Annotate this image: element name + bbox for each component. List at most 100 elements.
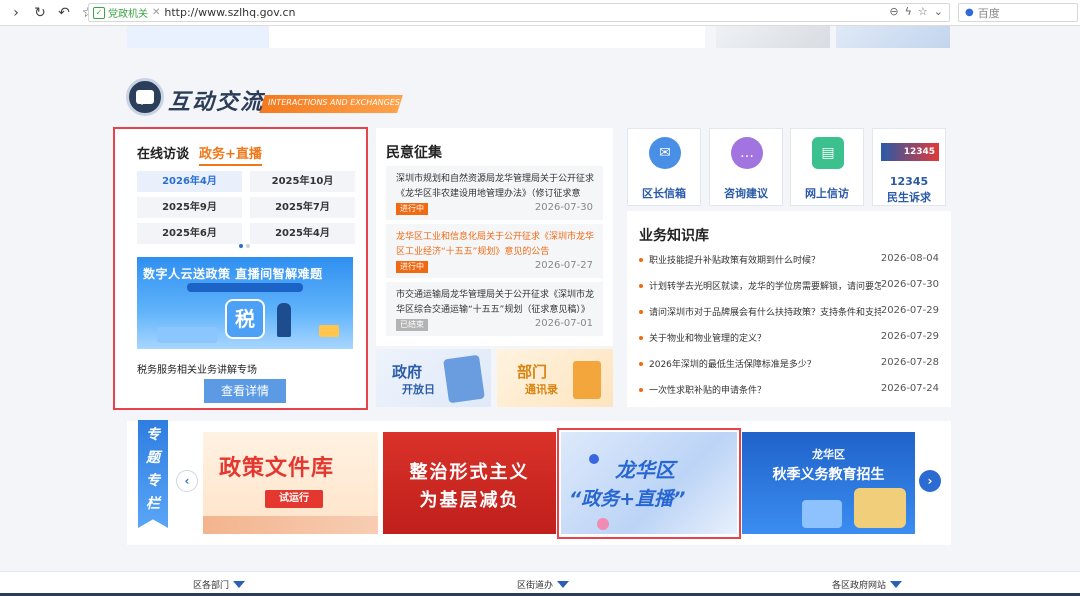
chevron-down-icon[interactable]: ⌄: [934, 5, 943, 18]
tab-online-interview[interactable]: 在线访谈: [137, 143, 189, 166]
topic-card-anti-formalism[interactable]: 整治形式主义 为基层减负: [383, 432, 556, 534]
date-item[interactable]: 2025年4月: [250, 223, 355, 244]
page-dot[interactable]: [239, 244, 243, 248]
list-item[interactable]: 请问深圳市对于品牌展会有什么扶持政策？支持条件和支持... 2026-07-29: [639, 305, 939, 319]
page-dot[interactable]: [246, 244, 250, 248]
card-title-line1: 整治形式主义: [409, 462, 530, 483]
trial-badge: 试运行: [265, 490, 323, 508]
dept-title: 部门: [517, 363, 548, 381]
question[interactable]: 计划转学去光明区就读，龙华的学位房需要解锁，请问要怎...: [649, 279, 881, 292]
list-item[interactable]: 职业技能提升补贴政策有效期到什么时候？ 2026-08-04: [639, 253, 939, 267]
online-petition-tile[interactable]: ▤ 网上信访: [790, 128, 864, 206]
tile-label: 民生诉求: [887, 191, 931, 204]
banner-pill: [187, 283, 303, 292]
list-item[interactable]: 市交通运输局龙华管理局关于公开征求《深圳市龙华区综合交通运输“十五五”规划（征求…: [386, 282, 603, 336]
address-book-icon: [573, 361, 601, 399]
item-text[interactable]: 龙华区工业和信息化局关于公开征求《深圳市龙华区工业经济“十五五”规划》意见的公告: [396, 230, 596, 260]
hotline-logo: 12345: [881, 143, 939, 161]
carousel-next-button[interactable]: ›: [919, 470, 941, 492]
online-interview-panel: 在线访谈 政务+直播 2026年4月 2025年10月 2025年9月 2025…: [113, 127, 368, 410]
public-opinion-panel: 民意征集 深圳市规划和自然资源局龙华管理局关于公开征求《龙华区非农建设用地管理办…: [376, 128, 613, 346]
dropdown-triangle-icon: [890, 581, 903, 588]
date-item[interactable]: 2025年9月: [137, 197, 242, 218]
list-item[interactable]: 计划转学去光明区就读，龙华的学位房需要解锁，请问要怎... 2026-07-30: [639, 279, 939, 293]
search-placeholder: 百度: [977, 6, 1000, 20]
gov-open-subtitle: 开放日: [402, 383, 435, 396]
card-title-line2: 秋季义务教育招生: [772, 467, 885, 483]
special-topics-label: 专 题 专 栏: [138, 420, 168, 528]
question[interactable]: 2026年深圳的最低生活保障标准是多少？: [649, 357, 881, 370]
list-item[interactable]: 一次性求职补贴的申请条件？ 2026-07-24: [639, 383, 939, 397]
pagination-dots: [239, 244, 250, 248]
topic-card-policy-library[interactable]: 政策文件库 试运行: [203, 432, 378, 534]
tax-live-banner[interactable]: 数字人云送政策 直播间智解难题 税: [137, 257, 353, 349]
lightning-icon[interactable]: ϟ: [905, 5, 912, 18]
view-details-button[interactable]: 查看详情: [204, 379, 286, 403]
gov-shield-icon: ✓: [93, 6, 105, 19]
date-item[interactable]: 2025年10月: [250, 171, 355, 192]
date: 2026-08-04: [880, 253, 939, 264]
gov-open-title: 政府: [392, 363, 423, 381]
dept-subtitle: 通讯录: [525, 383, 558, 396]
top-image-1[interactable]: [716, 26, 830, 48]
interview-tabs: 在线访谈 政务+直播: [137, 143, 262, 166]
undo-icon[interactable]: ↶: [56, 5, 72, 21]
date-item[interactable]: 2025年6月: [137, 223, 242, 244]
status-badge: 已结束: [396, 319, 428, 331]
question[interactable]: 职业技能提升补贴政策有效期到什么时候？: [649, 253, 881, 266]
list-item[interactable]: 关于物业和物业管理的定义？ 2026-07-29: [639, 331, 939, 345]
question[interactable]: 请问深圳市对于品牌展会有什么扶持政策？支持条件和支持...: [649, 305, 881, 318]
panel-title: 业务知识库: [639, 228, 709, 244]
carousel-prev-button[interactable]: ‹: [176, 470, 198, 492]
card-title-line2: 为基层减负: [419, 490, 520, 511]
section-subtitle: INTERACTIONS AND EXCHANGES: [268, 98, 400, 107]
chat-bubble-icon: [126, 78, 164, 116]
dept-directory-card[interactable]: 部门 通讯录: [497, 349, 613, 407]
favorite-icon[interactable]: ☆: [918, 5, 928, 18]
question[interactable]: 一次性求职补贴的申请条件？: [649, 383, 881, 396]
footer-street-dropdown[interactable]: 区街道办: [517, 578, 570, 591]
top-image-2[interactable]: [836, 26, 950, 48]
section-title: 互动交流: [168, 89, 265, 115]
banner-desk: [157, 327, 217, 343]
topic-card-gov-live[interactable]: 龙华区 “政务+直播”: [561, 432, 737, 534]
hotline-12345-tile[interactable]: 12345 12345 民生诉求: [872, 128, 946, 206]
url-text[interactable]: http://www.szlhq.gov.cn: [164, 6, 295, 19]
hotline-number: 12345: [889, 175, 929, 188]
address-actions: ⊖ ϟ ☆ ⌄: [889, 5, 943, 18]
list-item[interactable]: 深圳市规划和自然资源局龙华管理局关于公开征求《龙华区非农建设用地管理办法》（修订…: [386, 166, 603, 220]
district-mailbox-tile[interactable]: ✉ 区长信箱: [627, 128, 701, 206]
tab-gov-live[interactable]: 政务+直播: [199, 143, 262, 166]
interview-date-grid: 2026年4月 2025年10月 2025年9月 2025年7月 2025年6月…: [137, 171, 355, 244]
chat-icon: …: [731, 137, 763, 169]
list-item[interactable]: 龙华区工业和信息化局关于公开征求《深圳市龙华区工业经济“十五五”规划》意见的公告…: [386, 224, 603, 278]
gov-open-day-card[interactable]: 政府 开放日: [376, 349, 491, 407]
card-title-line1: 龙华区: [812, 448, 845, 461]
refresh-icon[interactable]: ↻: [32, 5, 48, 21]
search-input[interactable]: ● 百度: [958, 3, 1078, 22]
topic-card-enrollment[interactable]: 龙华区 秋季义务教育招生: [742, 432, 915, 534]
date-item[interactable]: 2026年4月: [137, 171, 242, 192]
date-item[interactable]: 2025年7月: [250, 197, 355, 218]
list-item[interactable]: 2026年深圳的最低生活保障标准是多少？ 2026-07-28: [639, 357, 939, 371]
date: 2026-07-29: [880, 305, 939, 316]
address-bar[interactable]: ✓ 党政机关 ✕ http://www.szlhq.gov.cn ⊖ ϟ ☆ ⌄: [88, 3, 950, 22]
forward-icon[interactable]: ›: [8, 5, 24, 21]
question[interactable]: 关于物业和物业管理的定义？: [649, 331, 881, 344]
banner-caption: 税务服务相关业务讲解专场: [137, 365, 257, 376]
dropdown-triangle-icon: [233, 581, 246, 588]
status-badge: 进行中: [396, 203, 428, 215]
consult-suggest-tile[interactable]: … 咨询建议: [709, 128, 783, 206]
footer-dept-dropdown[interactable]: 区各部门: [193, 578, 246, 591]
tile-label: 网上信访: [805, 187, 849, 200]
tile-label: 咨询建议: [724, 187, 768, 200]
banner-decoration: [319, 325, 339, 337]
date: 2026-07-24: [880, 383, 939, 394]
digital-person-figure: [277, 303, 291, 337]
date: 2026-07-28: [880, 357, 939, 368]
item-date: 2026-07-27: [534, 260, 593, 271]
zoom-icon[interactable]: ⊖: [889, 5, 898, 18]
banner-title: 数字人云送政策 直播间智解难题: [143, 267, 323, 281]
footer-districts-dropdown[interactable]: 各区政府网站: [832, 578, 903, 591]
top-content-band: [127, 26, 705, 48]
